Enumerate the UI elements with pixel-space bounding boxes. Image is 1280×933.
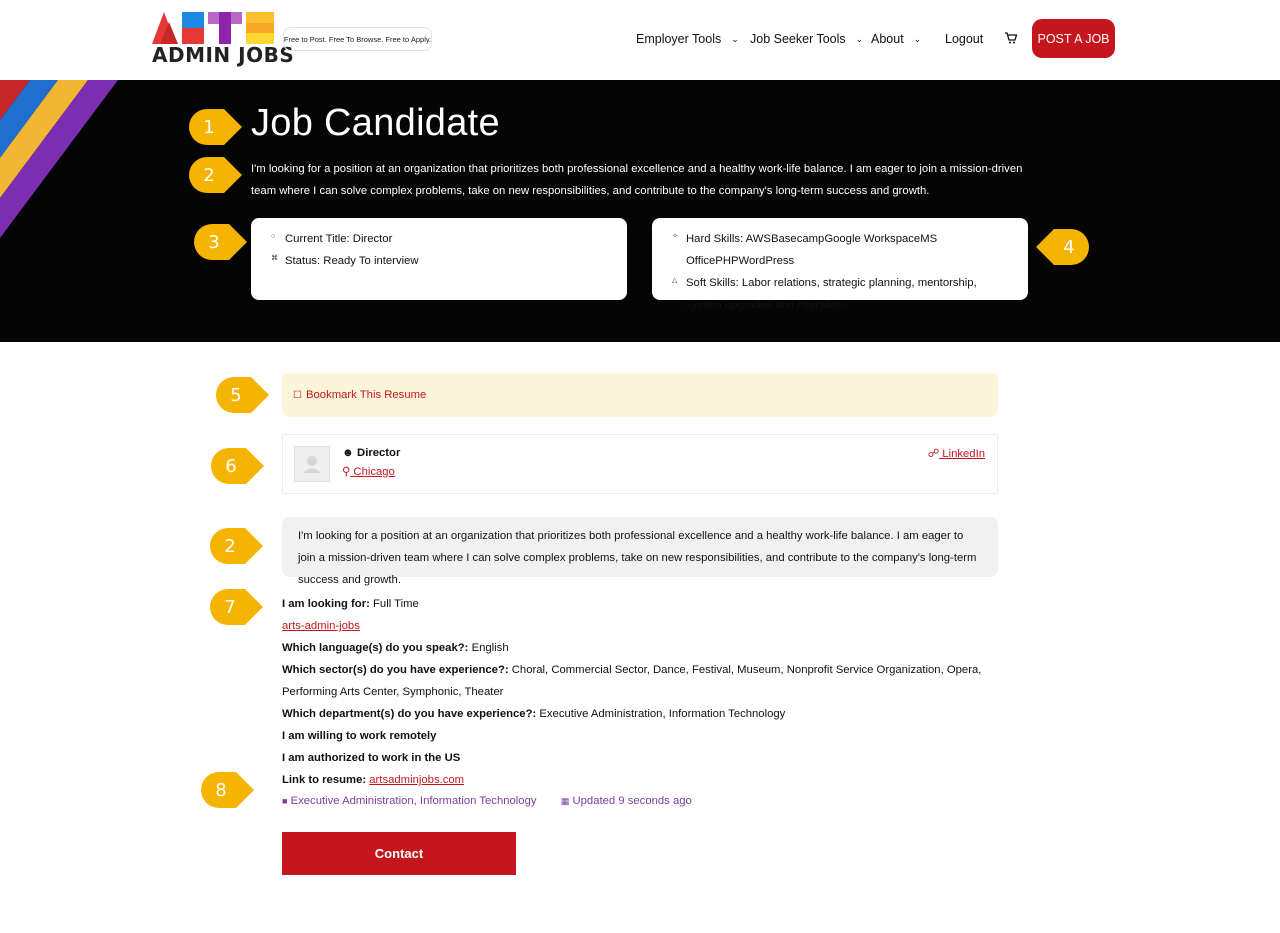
resume-meta: ■ Executive Administration, Information … <box>282 795 692 807</box>
detail-label: Which language(s) do you speak?: <box>282 642 469 654</box>
callout-number: 4 <box>1063 236 1075 258</box>
skills-card: ✧ Hard Skills: AWSBasecampGoogle Workspa… <box>652 218 1028 311</box>
user-placeholder-icon <box>303 456 321 473</box>
languages-row: Which language(s) do you speak?: English <box>282 637 998 659</box>
hero-description: I'm looking for a position at an organiz… <box>251 163 1023 197</box>
callout-number: 7 <box>224 596 236 618</box>
callout-marker: 5 <box>215 376 271 414</box>
briefcase-icon: ○ <box>271 233 276 240</box>
nav-label: Employer Tools <box>636 32 722 46</box>
sectors-row: Which sector(s) do you have experience?:… <box>282 659 998 703</box>
nav-job-seeker-tools[interactable]: Job Seeker Tools ⌄ <box>750 30 863 48</box>
candidate-title-text: Director <box>357 447 401 459</box>
callout-marker: 6 <box>210 447 266 485</box>
callout-marker: 2 <box>188 156 244 194</box>
current-title-row: ○ Current Title: Director <box>271 228 613 250</box>
candidate-profile-card: ☻ Director ⚲ Chicago ☍ LinkedIn <box>282 434 998 494</box>
callout-number: 1 <box>203 116 215 138</box>
nav-label: Logout <box>945 32 984 46</box>
updated-text: Updated 9 seconds ago <box>572 795 692 807</box>
callout-number: 5 <box>230 384 242 406</box>
detail-label: I am looking for: <box>282 598 370 610</box>
detail-value: Full Time <box>373 598 419 610</box>
cart-icon[interactable] <box>1004 31 1018 45</box>
detail-value: Executive Administration, Information Te… <box>539 708 786 720</box>
candidate-title: ☻ Director <box>342 447 400 459</box>
map-pin-icon: ⚲ <box>342 466 351 478</box>
candidate-location-link[interactable]: ⚲ Chicago <box>342 465 395 478</box>
callout-marker: 8 <box>200 771 256 809</box>
callout-number: 8 <box>215 779 227 801</box>
logo-letters-graphic <box>152 12 274 44</box>
tools-icon: ✧ <box>672 233 678 240</box>
avatar <box>294 446 330 482</box>
tag-row: arts-admin-jobs <box>282 615 998 637</box>
candidate-details: I am looking for: Full Time arts-admin-j… <box>282 593 998 791</box>
detail-label: I am authorized to work in the US <box>282 752 461 764</box>
folder-icon: ■ <box>282 796 288 806</box>
bookmark-label: Bookmark This Resume <box>305 389 427 401</box>
post-a-job-button[interactable]: POST A JOB <box>1032 19 1115 58</box>
tag-link[interactable]: arts-admin-jobs <box>282 620 360 632</box>
callout-number: 3 <box>208 231 220 253</box>
calendar-icon: ▦ <box>560 796 570 806</box>
tagline-badge: Free to Post. Free To Browse. Free to Ap… <box>283 27 432 51</box>
status-icon: ⌘ <box>271 255 278 262</box>
remote-row: I am willing to work remotely <box>282 725 998 747</box>
soft-skills-row: △ Soft Skills: Labor relations, strategi… <box>672 272 1014 316</box>
chevron-down-icon: ⌄ <box>913 33 922 44</box>
people-icon: △ <box>672 277 678 284</box>
status-row: ⌘ Status: Ready To interview <box>271 250 613 272</box>
chevron-down-icon: ⌄ <box>855 33 864 44</box>
page-title: Job Candidate <box>251 102 500 144</box>
candidate-summary: I'm looking for a position at an organiz… <box>282 517 998 586</box>
callout-marker: 2 <box>209 527 265 565</box>
soft-skills-text: Soft Skills: Labor relations, strategic … <box>686 277 977 311</box>
categories-link[interactable]: Executive Administration, Information Te… <box>291 795 537 807</box>
decorative-stripes <box>0 80 118 238</box>
status-text: Status: Ready To interview <box>285 255 419 267</box>
site-logo[interactable]: ADMIN JOBS <box>152 12 294 67</box>
detail-value: English <box>471 642 509 654</box>
callout-marker: 3 <box>193 223 249 261</box>
resume-link[interactable]: artsadminjobs.com <box>369 774 464 786</box>
nav-label: About <box>871 32 904 46</box>
hard-skills-row: ✧ Hard Skills: AWSBasecampGoogle Workspa… <box>672 228 1014 272</box>
detail-label: Which sector(s) do you have experience?: <box>282 664 509 676</box>
callout-number: 2 <box>224 535 236 557</box>
logo-text: ADMIN JOBS <box>152 43 295 67</box>
callout-number: 6 <box>225 455 237 477</box>
contact-button[interactable]: Contact <box>282 832 516 875</box>
user-icon: ☻ <box>342 447 354 459</box>
departments-row: Which department(s) do you have experien… <box>282 703 998 725</box>
callout-marker: 7 <box>209 588 265 626</box>
linkedin-link[interactable]: ☍ LinkedIn <box>928 447 985 460</box>
bookmark-resume-button[interactable]: ☐ Bookmark This Resume <box>282 373 998 417</box>
resume-row: Link to resume: artsadminjobs.com <box>282 769 998 791</box>
hard-skills-text: Hard Skills: AWSBasecampGoogle Workspace… <box>686 233 938 267</box>
bookmark-icon: ☐ <box>293 389 302 401</box>
candidate-location-text: Chicago <box>353 466 395 478</box>
callout-marker: 1 <box>188 108 244 146</box>
callout-number: 2 <box>203 164 215 186</box>
nav-logout[interactable]: Logout <box>945 30 983 48</box>
callout-marker: 4 <box>1034 228 1090 266</box>
authorized-row: I am authorized to work in the US <box>282 747 998 769</box>
nav-employer-tools[interactable]: Employer Tools ⌄ <box>636 30 739 48</box>
site-header: ADMIN JOBS Free to Post. Free To Browse.… <box>0 0 1280 80</box>
detail-label: Link to resume: <box>282 774 367 786</box>
nav-label: Job Seeker Tools <box>750 32 846 46</box>
linkedin-label: LinkedIn <box>942 448 985 460</box>
current-status-card: ○ Current Title: Director ⌘ Status: Read… <box>251 218 627 300</box>
link-icon: ☍ <box>927 448 940 460</box>
detail-label: Which department(s) do you have experien… <box>282 708 537 720</box>
current-title-text: Current Title: Director <box>285 233 393 245</box>
chevron-down-icon: ⌄ <box>731 33 739 44</box>
looking-for-row: I am looking for: Full Time <box>282 593 998 615</box>
detail-label: I am willing to work remotely <box>282 730 437 742</box>
nav-about[interactable]: About ⌄ <box>871 30 921 48</box>
